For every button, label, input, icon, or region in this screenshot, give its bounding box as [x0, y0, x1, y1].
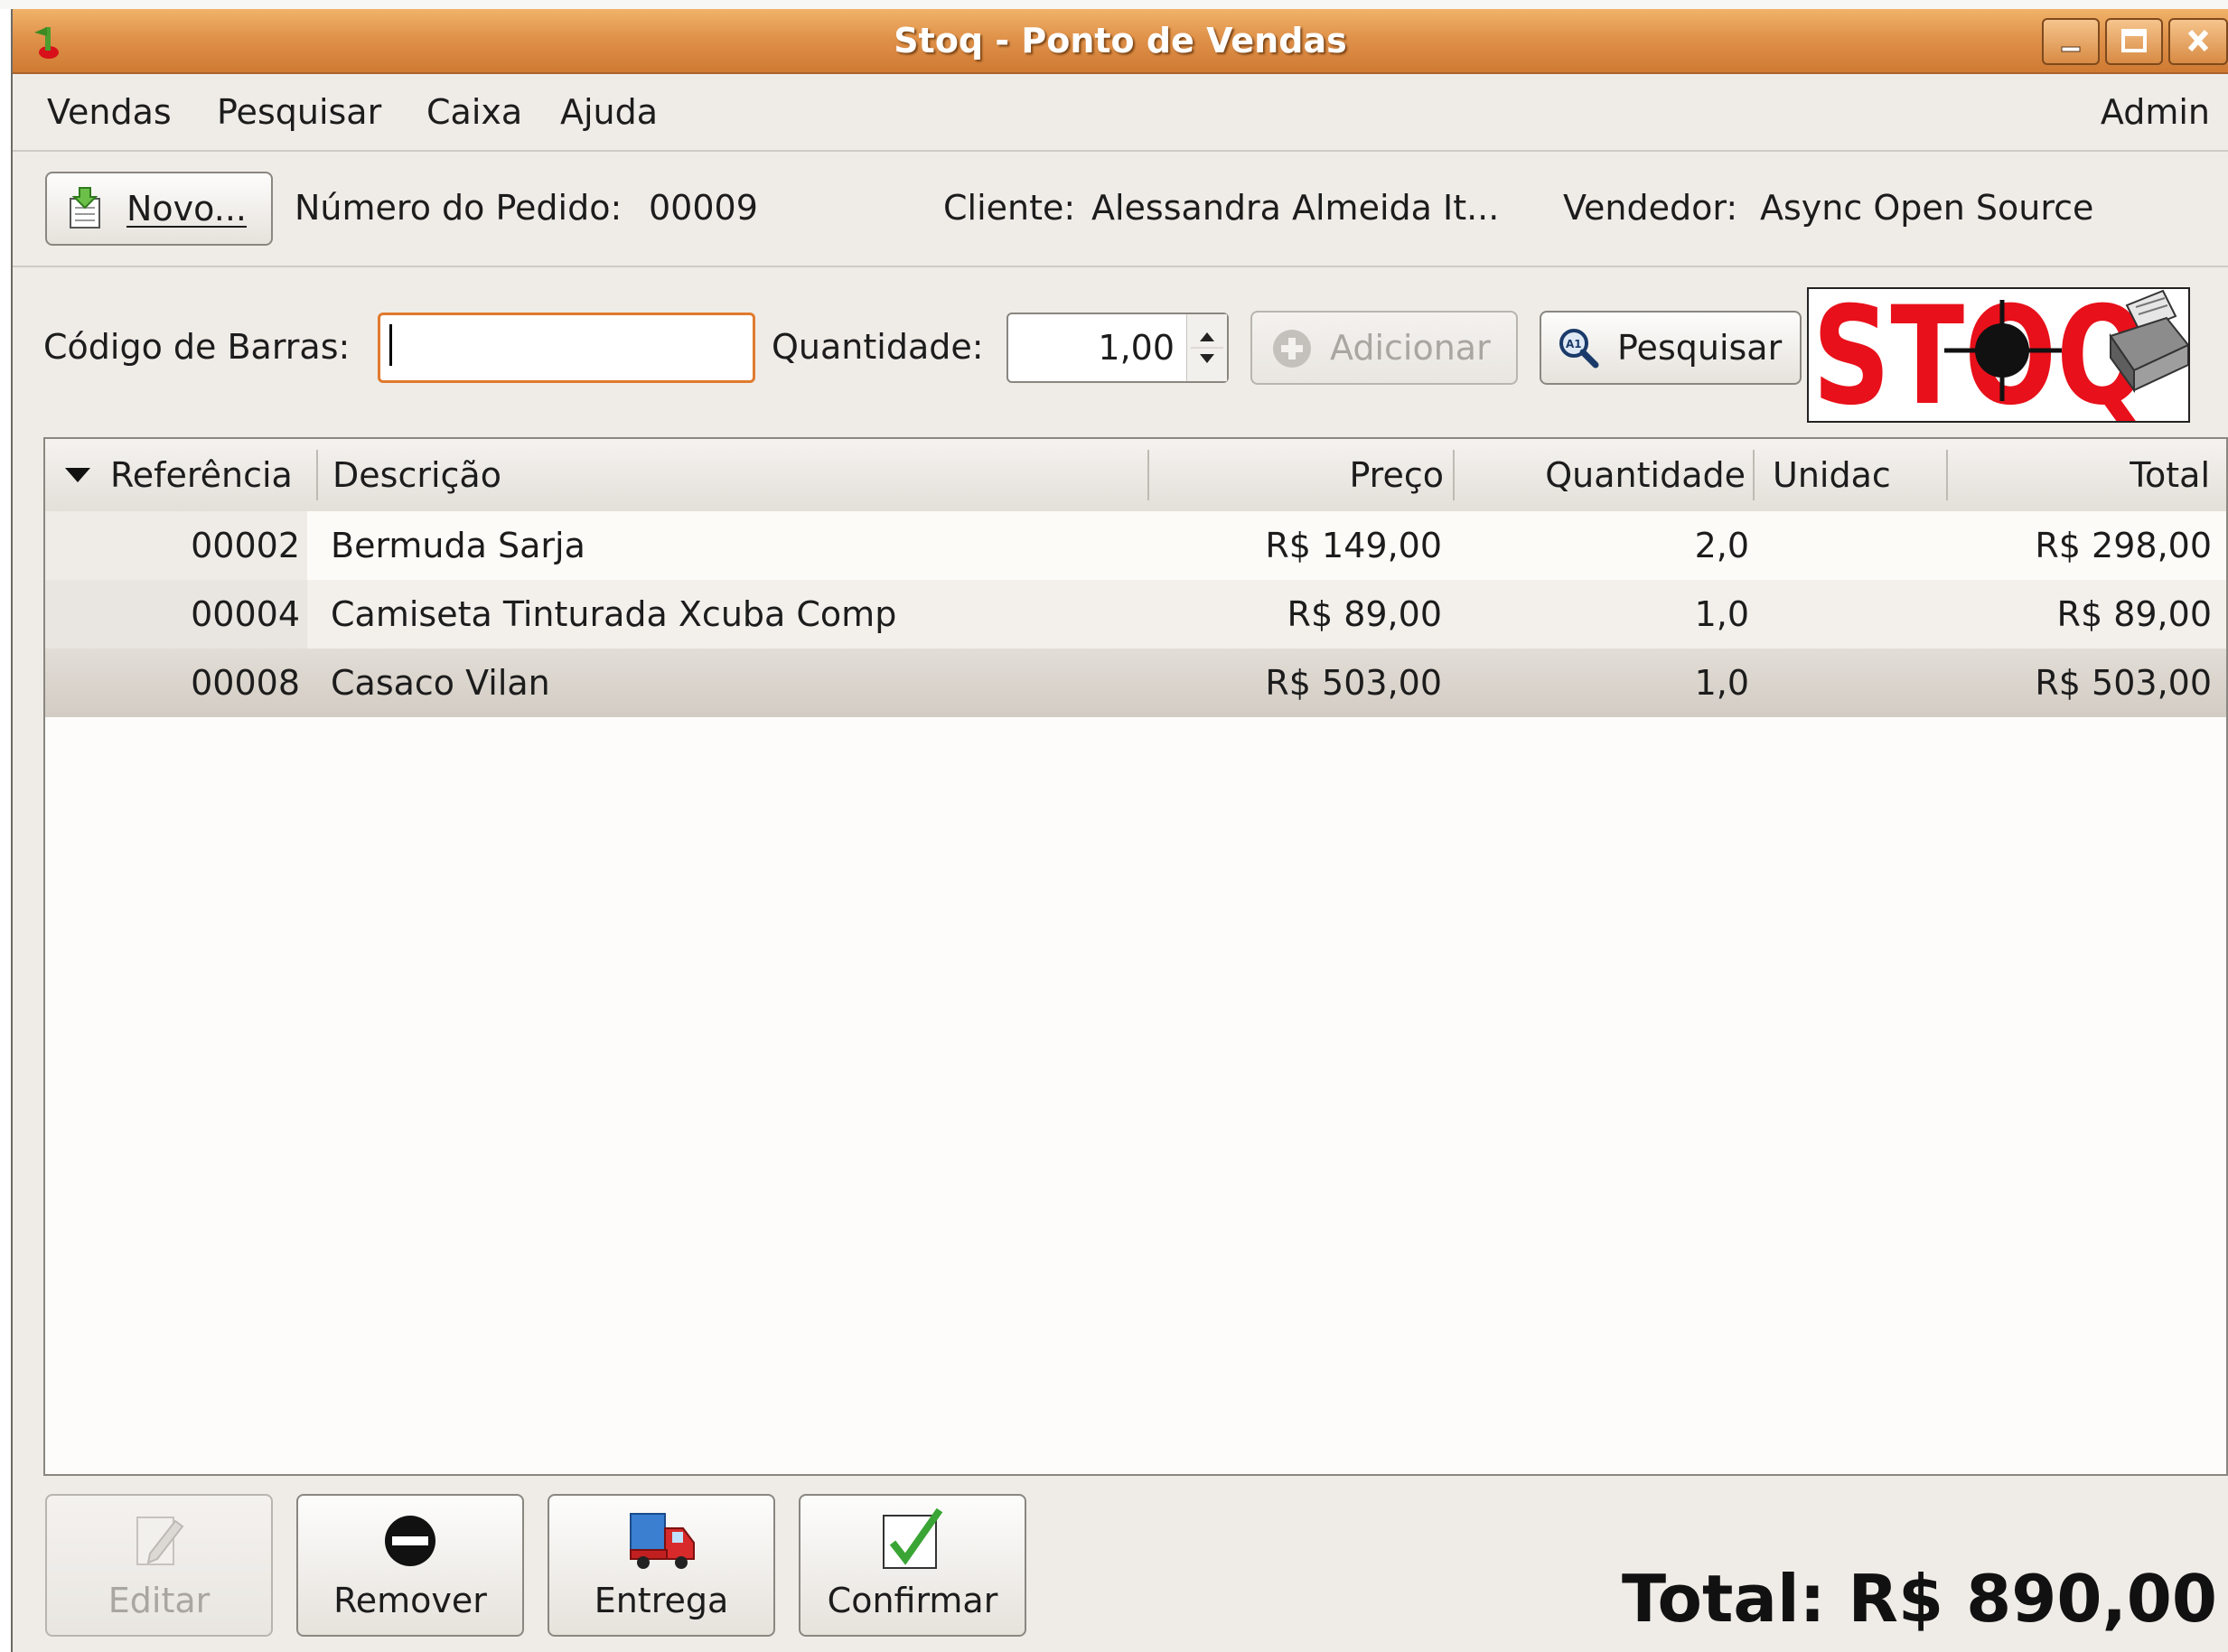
seller-name: Async Open Source	[1760, 188, 2094, 228]
row-reference: 00004	[191, 594, 300, 634]
delivery-truck-icon	[630, 1513, 695, 1569]
svg-text:A1: A1	[1566, 338, 1582, 350]
column-separator[interactable]	[1147, 450, 1149, 500]
confirm-check-icon	[883, 1507, 943, 1569]
menu-vendas[interactable]: Vendas	[47, 74, 172, 150]
barcode-label: Código de Barras:	[43, 327, 351, 367]
row-description: Bermuda Sarja	[331, 526, 585, 565]
title-bar[interactable]: Stoq - Ponto de Vendas	[13, 9, 2228, 74]
column-header-description[interactable]: Descrição	[332, 439, 1137, 511]
edit-item-button[interactable]: Editar	[45, 1494, 273, 1637]
row-quantity: 2,0	[1694, 526, 1749, 565]
sort-descending-icon	[65, 468, 90, 482]
maximize-icon	[2121, 29, 2147, 52]
row-description: Camiseta Tinturada Xcuba Comp	[331, 594, 897, 634]
column-header-price[interactable]: Preço	[1153, 439, 1444, 511]
search-product-label: Pesquisar	[1617, 328, 1783, 368]
search-product-button[interactable]: A1 Pesquisar	[1540, 311, 1802, 385]
quantity-stepper[interactable]: 1,00	[1006, 313, 1229, 383]
row-price: R$ 149,00	[1265, 526, 1442, 565]
column-separator[interactable]	[316, 450, 318, 500]
edit-pencil-icon	[136, 1517, 184, 1565]
quantity-value: 1,00	[1098, 328, 1175, 368]
text-cursor	[389, 324, 392, 366]
menu-ajuda[interactable]: Ajuda	[560, 74, 658, 150]
row-reference: 00002	[191, 526, 300, 565]
delivery-button[interactable]: Entrega	[548, 1494, 775, 1637]
edit-item-label: Editar	[108, 1581, 211, 1620]
row-total: R$ 503,00	[2035, 663, 2212, 703]
delivery-label: Entrega	[594, 1581, 729, 1620]
row-price: R$ 503,00	[1265, 663, 1442, 703]
column-header-quantity[interactable]: Quantidade	[1458, 439, 1746, 511]
new-order-button[interactable]: Novo...	[45, 172, 273, 246]
menu-caixa-label: Caixa	[426, 92, 523, 132]
quantity-spin-buttons[interactable]	[1186, 314, 1227, 381]
spin-arrows-icon	[1191, 332, 1223, 363]
add-item-button[interactable]: Adicionar	[1250, 311, 1518, 385]
sale-total: Total: R$ 890,00	[1621, 1561, 2217, 1637]
minimize-icon	[2061, 46, 2081, 52]
column-header-total[interactable]: Total	[1952, 439, 2210, 511]
confirm-sale-button[interactable]: Confirmar	[799, 1494, 1026, 1637]
stoq-logo: STOQ	[1807, 287, 2190, 423]
close-icon	[2187, 29, 2209, 52]
new-order-label: Novo...	[126, 189, 247, 229]
table-row-selected[interactable]: 00008 Casaco Vilan R$ 503,00 1,0 R$ 503,…	[45, 649, 2226, 717]
close-button[interactable]	[2168, 18, 2228, 65]
menu-ajuda-label: Ajuda	[560, 92, 659, 132]
table-row[interactable]: 00002 Bermuda Sarja R$ 149,00 2,0 R$ 298…	[45, 511, 2226, 580]
menu-caixa[interactable]: Caixa	[426, 74, 522, 150]
add-item-label: Adicionar	[1330, 328, 1491, 368]
search-icon: A1	[1559, 329, 1599, 369]
menu-pesquisar-label: Pesquisar	[217, 92, 382, 132]
app-window: Stoq - Ponto de Vendas Vendas Pesquisar …	[11, 9, 2228, 1652]
window-title: Stoq - Ponto de Vendas	[894, 21, 1347, 61]
menu-vendas-label: Vendas	[47, 92, 172, 132]
client-name: Alessandra Almeida It...	[1091, 188, 1500, 228]
remove-item-button[interactable]: Remover	[296, 1494, 524, 1637]
table-row[interactable]: 00004 Camiseta Tinturada Xcuba Comp R$ 8…	[45, 580, 2226, 649]
stoq-logo-image: STOQ	[1812, 289, 2188, 421]
column-header-reference[interactable]: Referência	[110, 439, 336, 511]
sale-items-table[interactable]: Referência Descrição Preço Quantidade Un…	[43, 437, 2228, 1476]
client-label: Cliente:	[943, 188, 1076, 228]
row-quantity: 1,0	[1694, 663, 1749, 703]
column-separator[interactable]	[1753, 450, 1755, 500]
add-circle-icon	[1273, 330, 1311, 368]
desktop-strip	[0, 0, 2228, 9]
user-name: Admin	[2100, 92, 2210, 132]
confirm-sale-label: Confirmar	[827, 1581, 998, 1620]
order-number-label: Número do Pedido:	[295, 188, 623, 228]
maximize-button[interactable]	[2105, 18, 2163, 65]
row-reference: 00008	[191, 663, 300, 703]
row-total: R$ 89,00	[2056, 594, 2212, 634]
remove-item-label: Remover	[333, 1581, 487, 1620]
row-total: R$ 298,00	[2035, 526, 2212, 565]
column-header-unit[interactable]: Unidac	[1773, 439, 1961, 511]
seller-label: Vendedor:	[1563, 188, 1738, 228]
column-separator[interactable]	[1453, 450, 1455, 500]
order-toolbar: Novo... Número do Pedido: 00009 Cliente:…	[13, 152, 2228, 267]
quantity-label: Quantidade:	[772, 327, 984, 367]
column-separator[interactable]	[1946, 450, 1948, 500]
row-description: Casaco Vilan	[331, 663, 550, 703]
table-header: Referência Descrição Preço Quantidade Un…	[45, 439, 2226, 513]
row-price: R$ 89,00	[1287, 594, 1442, 634]
new-document-icon	[70, 187, 100, 229]
minimize-button[interactable]	[2042, 18, 2100, 65]
row-quantity: 1,0	[1694, 594, 1749, 634]
barcode-input[interactable]	[378, 313, 755, 383]
remove-circle-icon	[385, 1516, 435, 1566]
order-number-value: 00009	[649, 188, 758, 228]
menu-pesquisar[interactable]: Pesquisar	[217, 74, 381, 150]
menu-bar: Vendas Pesquisar Caixa Ajuda Admin	[13, 74, 2228, 152]
